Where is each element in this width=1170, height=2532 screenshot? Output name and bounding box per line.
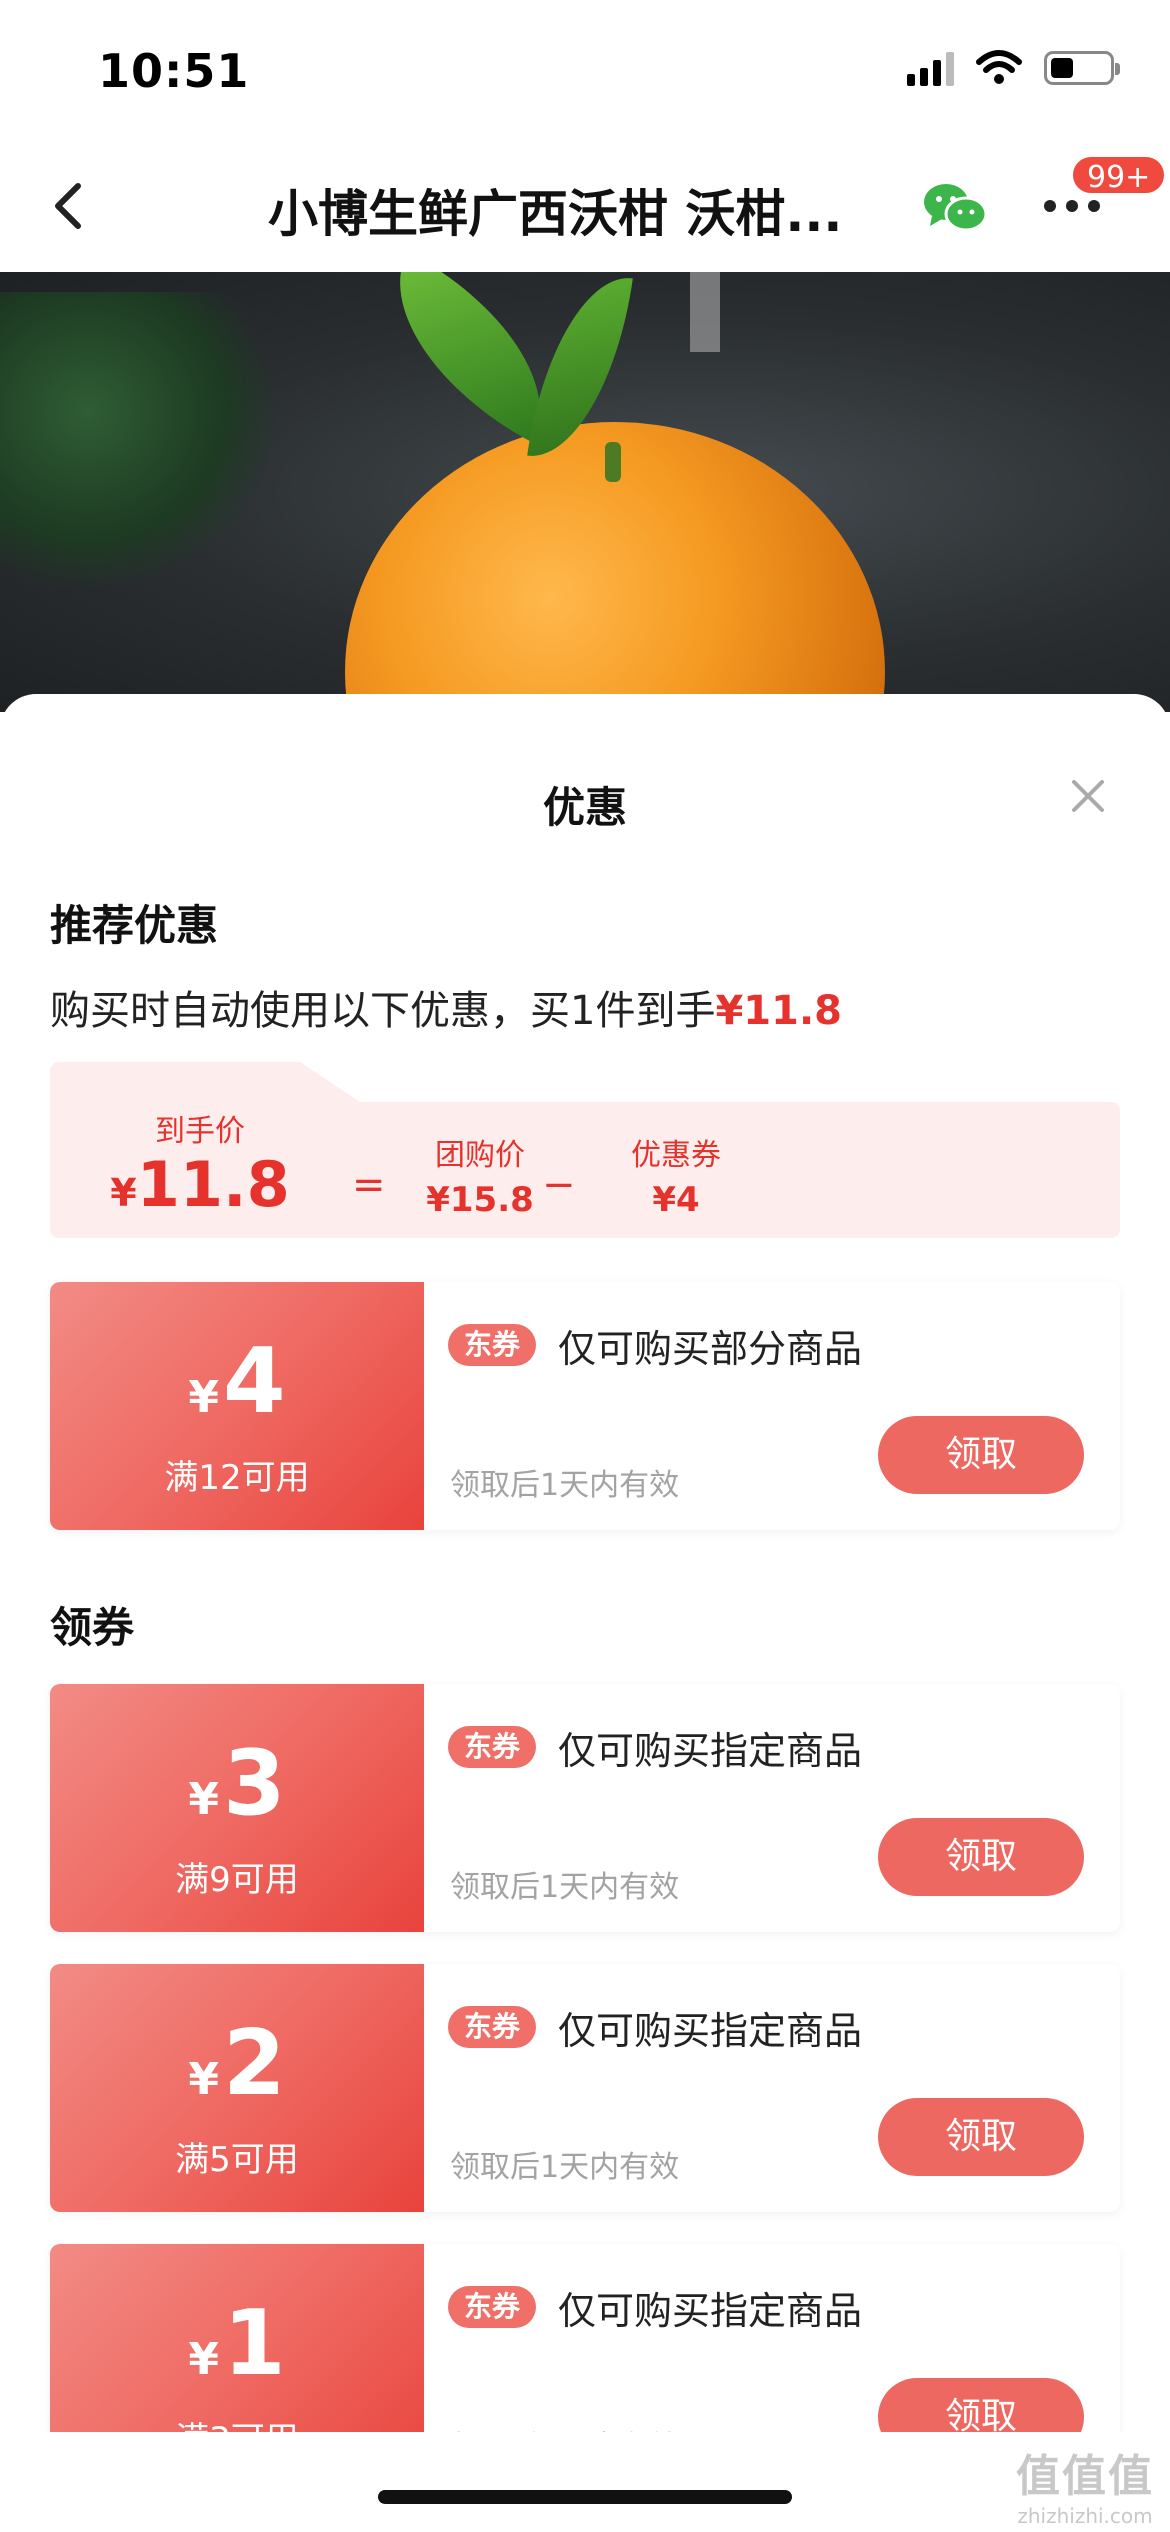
coupon-currency: ¥: [188, 1372, 219, 1423]
coupon-condition: 满12可用: [164, 1458, 310, 1498]
discount-sheet: 优惠 推荐优惠 购买时自动使用以下优惠，买1件到手¥11.8 到手价 ¥11.8…: [0, 694, 1170, 2532]
coupon-card: ¥4 满12可用 东券 仅可购买部分商品 领取后1天内有效 领取: [50, 1282, 1120, 1530]
claim-heading: 领券: [50, 1603, 135, 1652]
status-icons: [907, 50, 1120, 86]
recommend-price: ¥11.8: [715, 988, 842, 1034]
notification-badge: 99+: [1070, 154, 1168, 196]
coupon-tag: 东券: [448, 1726, 537, 1768]
battery-icon: [1044, 51, 1120, 85]
sheet-title: 优惠: [542, 783, 627, 832]
coupon-card: ¥3 满9可用 东券 仅可购买指定商品 领取后1天内有效 领取: [50, 1684, 1120, 1932]
coupon-discount: 优惠券 ¥4: [596, 1130, 756, 1220]
recommend-desc-text: 购买时自动使用以下优惠，买1件到手: [50, 988, 716, 1034]
watermark: 值值值 zhizhizhi.com: [1010, 2440, 1160, 2528]
final-price: 到手价 ¥11.8: [110, 1106, 290, 1228]
signal-icon: [907, 50, 954, 86]
home-indicator[interactable]: [378, 2490, 792, 2504]
back-icon[interactable]: [40, 176, 100, 236]
coupon-tag: 东券: [448, 2286, 537, 2328]
claim-button[interactable]: 领取: [878, 2098, 1084, 2176]
recommend-desc: 购买时自动使用以下优惠，买1件到手¥11.8: [50, 978, 842, 1036]
watermark-glyphs: 值值值: [1016, 2451, 1154, 2502]
coupon-discount-label: 优惠券: [631, 1138, 721, 1173]
coupon-tag: 东券: [448, 2006, 537, 2048]
coupon-currency: ¥: [188, 2334, 219, 2385]
coupon-discount-value: ¥4: [652, 1180, 700, 1220]
coupon-desc: 仅可购买部分商品: [558, 1327, 863, 1371]
coupon-value: ¥2 满5可用: [50, 1964, 424, 2212]
equals-sign: =: [352, 1162, 386, 1208]
nav-bar: 小博生鲜广西沃柑 沃柑... 99+: [0, 140, 1170, 272]
coupon-validity: 领取后1天内有效: [450, 2150, 680, 2185]
group-price: 团购价 ¥15.8: [400, 1130, 560, 1220]
group-price-value: ¥15.8: [426, 1180, 534, 1220]
status-time: 10:51: [98, 44, 250, 98]
claim-button[interactable]: 领取: [878, 1416, 1084, 1494]
coupon-currency: ¥: [188, 1774, 219, 1825]
group-price-label: 团购价: [435, 1138, 525, 1173]
minus-sign: −: [542, 1162, 576, 1208]
watermark-url: zhizhizhi.com: [1017, 2504, 1153, 2528]
coupon-validity: 领取后1天内有效: [450, 1870, 680, 1905]
scroll-mask: [0, 2432, 1170, 2532]
coupon-value: ¥4 满12可用: [50, 1282, 424, 1530]
price-breakdown: 到手价 ¥11.8 = 团购价 ¥15.8 − 优惠券 ¥4: [50, 1062, 1120, 1238]
coupon-value: ¥3 满9可用: [50, 1684, 424, 1932]
wechat-icon[interactable]: [922, 180, 988, 236]
close-icon[interactable]: [1066, 774, 1110, 818]
wifi-icon: [976, 50, 1022, 84]
page-title: 小博生鲜广西沃柑 沃柑...: [268, 185, 843, 243]
final-price-value: 11.8: [136, 1148, 290, 1221]
coupon-amount: 2: [223, 2011, 286, 2116]
coupon-condition: 满9可用: [175, 1860, 299, 1900]
coupon-desc: 仅可购买指定商品: [558, 2009, 863, 2053]
more-icon[interactable]: [1044, 200, 1100, 212]
recommend-heading: 推荐优惠: [50, 901, 219, 950]
claim-button[interactable]: 领取: [878, 1818, 1084, 1896]
final-price-currency: ¥: [110, 1171, 137, 1215]
coupon-currency: ¥: [188, 2054, 219, 2105]
coupon-condition: 满5可用: [175, 2140, 299, 2180]
coupon-amount: 4: [223, 1329, 286, 1434]
coupon-amount: 3: [223, 1731, 286, 1836]
status-bar: 10:51: [0, 0, 1170, 140]
coupon-amount: 1: [223, 2291, 286, 2396]
coupon-tag: 东券: [448, 1324, 537, 1366]
coupon-desc: 仅可购买指定商品: [558, 1729, 863, 1773]
coupon-desc: 仅可购买指定商品: [558, 2289, 863, 2333]
product-image: [0, 272, 1170, 712]
coupon-card: ¥2 满5可用 东券 仅可购买指定商品 领取后1天内有效 领取: [50, 1964, 1120, 2212]
coupon-validity: 领取后1天内有效: [450, 1468, 680, 1503]
final-price-label: 到手价: [155, 1114, 245, 1149]
